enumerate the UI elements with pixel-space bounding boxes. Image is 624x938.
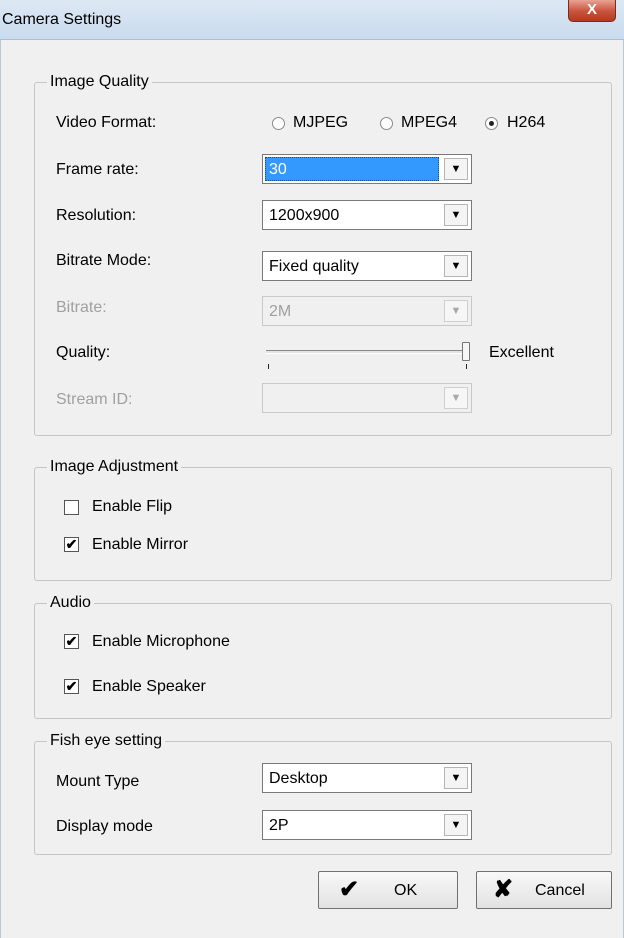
enable-speaker-checkbox[interactable]: ✔: [64, 679, 79, 694]
radio-h264-label[interactable]: H264: [507, 113, 545, 133]
chevron-down-icon[interactable]: ▼: [444, 814, 468, 836]
radio-mjpeg-label[interactable]: MJPEG: [293, 113, 348, 133]
chevron-down-icon[interactable]: ▼: [444, 158, 468, 180]
image-adjustment-legend: Image Adjustment: [47, 457, 182, 477]
window-title: Camera Settings: [2, 11, 122, 28]
frame-rate-label: Frame rate:: [56, 161, 139, 178]
chevron-down-icon[interactable]: ▼: [444, 767, 468, 789]
frame-rate-value: 30: [269, 161, 287, 178]
radio-mpeg4-label[interactable]: MPEG4: [401, 113, 457, 133]
image-adjustment-group: Image Adjustment: [34, 457, 612, 581]
audio-legend: Audio: [47, 593, 94, 613]
resolution-value: 1200x900: [269, 207, 340, 224]
check-icon: ✔: [339, 876, 360, 903]
quality-value-label: Excellent: [489, 344, 554, 361]
stream-id-label: Stream ID:: [56, 391, 133, 408]
stream-id-select: ▼: [262, 383, 472, 413]
enable-flip-label[interactable]: Enable Flip: [92, 497, 172, 517]
cancel-button[interactable]: ✘ Cancel: [476, 871, 612, 909]
radio-mpeg4[interactable]: [380, 117, 393, 130]
mount-type-value: Desktop: [269, 770, 328, 787]
enable-mirror-label[interactable]: Enable Mirror: [92, 535, 188, 555]
chevron-down-icon: ▼: [444, 300, 468, 322]
resolution-select[interactable]: 1200x900 ▼: [262, 200, 472, 230]
cancel-button-label: Cancel: [535, 882, 585, 899]
audio-group: Audio: [34, 593, 612, 719]
mount-type-label: Mount Type: [56, 773, 140, 790]
bitrate-mode-select[interactable]: Fixed quality ▼: [262, 251, 472, 281]
chevron-down-icon[interactable]: ▼: [444, 204, 468, 226]
chevron-down-icon: ▼: [444, 387, 468, 409]
video-format-label: Video Format:: [56, 114, 157, 131]
bitrate-mode-label: Bitrate Mode:: [56, 252, 152, 269]
fisheye-legend: Fish eye setting: [47, 731, 166, 751]
close-button[interactable]: X: [568, 0, 616, 22]
display-mode-label: Display mode: [56, 818, 153, 835]
quality-slider-thumb[interactable]: [462, 342, 470, 361]
image-quality-legend: Image Quality: [47, 72, 152, 92]
bitrate-label: Bitrate:: [56, 299, 107, 316]
slider-tick-min: [268, 364, 269, 369]
chevron-down-icon[interactable]: ▼: [444, 255, 468, 277]
frame-rate-select[interactable]: 30 ▼: [262, 154, 472, 184]
title-bar: Camera Settings X: [0, 0, 624, 40]
mount-type-select[interactable]: Desktop ▼: [262, 763, 472, 793]
quality-slider-track[interactable]: [266, 350, 468, 354]
cross-icon: ✘: [493, 876, 514, 903]
slider-tick-max: [466, 364, 467, 369]
bitrate-select: 2M ▼: [262, 296, 472, 326]
resolution-label: Resolution:: [56, 207, 137, 224]
display-mode-value: 2P: [269, 817, 289, 834]
enable-microphone-label[interactable]: Enable Microphone: [92, 632, 230, 652]
display-mode-select[interactable]: 2P ▼: [262, 810, 472, 840]
enable-mirror-checkbox[interactable]: ✔: [64, 537, 79, 552]
selection-highlight: [265, 157, 439, 181]
ok-button[interactable]: ✔ OK: [318, 871, 458, 909]
radio-h264[interactable]: [485, 117, 498, 130]
radio-mjpeg[interactable]: [272, 117, 285, 130]
check-icon: ✔: [65, 536, 78, 552]
enable-flip-checkbox[interactable]: [64, 500, 79, 515]
bitrate-mode-value: Fixed quality: [269, 258, 359, 275]
quality-label: Quality:: [56, 344, 111, 361]
close-icon: X: [586, 1, 597, 18]
check-icon: ✔: [65, 633, 78, 649]
bitrate-value: 2M: [269, 303, 292, 320]
ok-button-label: OK: [394, 882, 418, 899]
check-icon: ✔: [65, 678, 78, 694]
enable-microphone-checkbox[interactable]: ✔: [64, 634, 79, 649]
enable-speaker-label[interactable]: Enable Speaker: [92, 677, 206, 697]
